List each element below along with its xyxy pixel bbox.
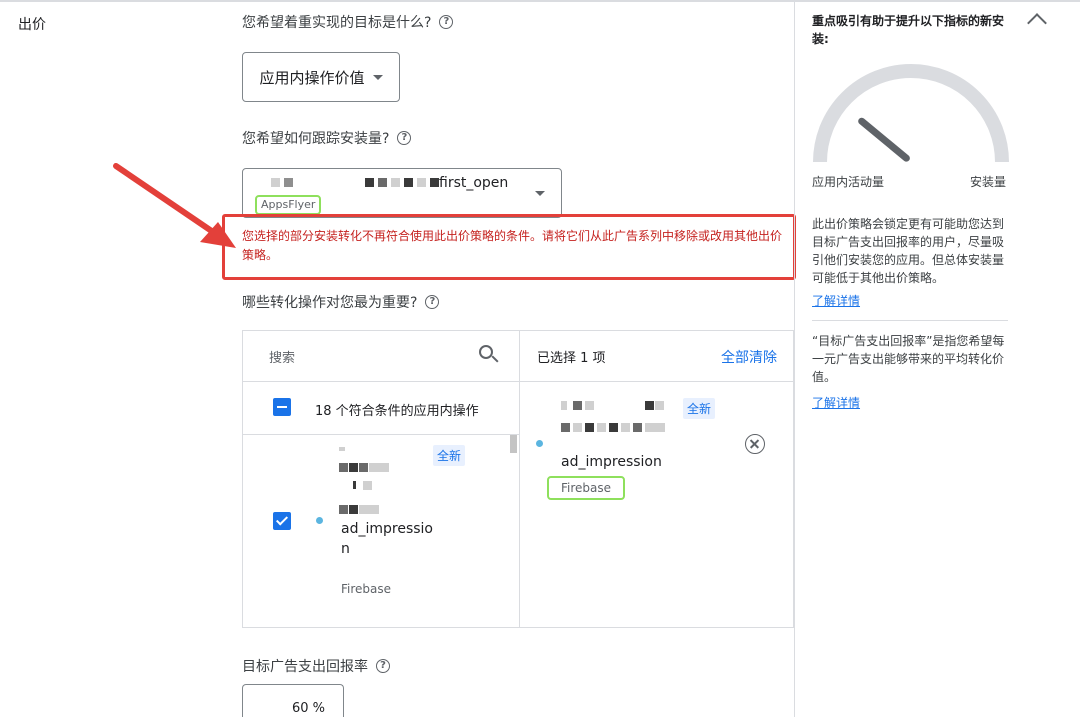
help-icon[interactable]: ? [397,131,412,145]
tracking-question-text: 您希望如何跟踪安装量? [242,131,390,147]
conversion-picker: 搜索 已选择 1 项 全部清除 18 个符合条件的应用内操作 全新 ad_imp… [242,330,794,628]
caret-down-icon [372,74,383,80]
caret-down-icon [535,191,545,196]
search-icon[interactable] [479,345,499,365]
conversions-question: 哪些转化操作对您最为重要? ? [242,292,440,312]
tracking-dropdown[interactable]: first_open AppsFlyer [242,168,562,218]
roas-input[interactable]: 60 % [242,684,344,717]
remove-icon[interactable] [745,434,765,454]
top-border [0,0,1080,2]
status-dot [536,440,543,447]
error-message: 您选择的部分安装转化不再符合使用此出价策略的条件。请将它们从此广告系列中移除或改… [242,229,783,262]
goal-dropdown[interactable]: 应用内操作价值 [242,52,400,102]
redacted-text [271,178,439,187]
new-badge: 全新 [683,398,716,419]
goal-question: 您希望着重实现的目标是什么? ? [242,12,454,32]
gauge-max-label: 安装量 [970,175,1007,189]
panel-section-divider [812,320,1008,321]
selected-item-source: Firebase [547,476,625,500]
redacted-text [561,401,671,441]
redacted-text [339,447,403,517]
gauge-needle [858,117,910,162]
tracking-event-name: first_open [439,175,509,191]
chevron-up-icon[interactable] [1027,13,1047,33]
learn-more-link[interactable]: 了解详情 [812,292,860,309]
goal-selected-value: 应用内操作价值 [259,68,365,87]
goal-question-text: 您希望着重实现的目标是什么? [242,15,432,31]
select-all-checkbox[interactable] [273,398,291,416]
selected-item-name: ad_impression [561,454,662,470]
learn-more-link[interactable]: 了解详情 [812,394,860,411]
roas-definition: “目标广告支出回报率”是指您希望每一元广告支出能够带来的平均转化价值。 [812,334,1005,384]
item-name: ad_impressio [341,521,433,537]
tracking-source: AppsFlyer [255,195,322,215]
group-label: 18 个符合条件的应用内操作 [315,404,479,419]
header-divider [243,381,793,382]
item-name-wrap: n [341,541,350,557]
new-badge: 全新 [433,445,466,466]
panel-divider [794,0,795,717]
roas-label-text: 目标广告支出回报率 [242,659,368,675]
help-icon[interactable]: ? [439,15,454,29]
selected-count: 已选择 1 项 [537,351,606,366]
help-icon[interactable]: ? [425,295,440,309]
search-input[interactable]: 搜索 [269,347,295,366]
clear-all-button[interactable]: 全部清除 [721,347,777,367]
panel-title: 重点吸引有助于提升以下指标的新安装: [812,14,1005,46]
roas-value: 60 % [291,701,325,716]
status-dot [316,517,323,524]
group-divider [243,434,519,435]
roas-label: 目标广告支出回报率 ? [242,656,390,676]
item-checkbox[interactable] [273,512,291,530]
item-source: Firebase [341,582,392,596]
tracking-question: 您希望如何跟踪安装量? ? [242,128,412,148]
section-title: 出价 [18,17,46,33]
list-scrollbar[interactable] [510,435,517,453]
help-icon[interactable]: ? [376,659,390,673]
conversions-question-text: 哪些转化操作对您最为重要? [242,295,418,311]
strategy-description: 此出价策略会锁定更有可能助您达到目标广告支出回报率的用户，尽量吸引他们安装您的应… [812,217,1005,285]
gauge-chart [813,64,1009,163]
column-divider [519,331,520,627]
gauge-min-label: 应用内活动量 [812,175,885,189]
